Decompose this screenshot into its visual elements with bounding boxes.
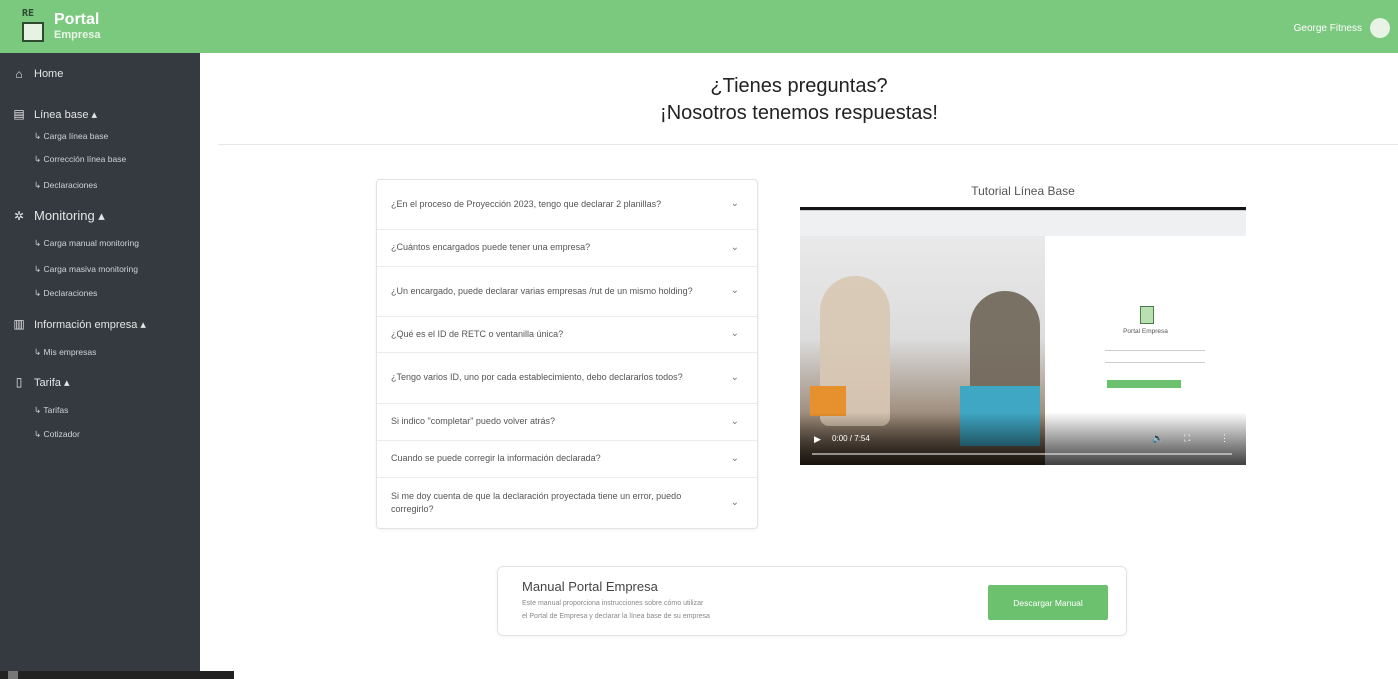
chevron-down-icon[interactable]: ⌄	[731, 327, 739, 342]
sidebar-subitem-cotizador[interactable]: Cotizador	[34, 429, 79, 440]
logo[interactable]: RE Portal Empresa	[22, 8, 100, 44]
video-login-title: Portal Empresa	[1123, 328, 1168, 335]
video-time: 0:00 / 7:54	[832, 434, 870, 443]
divider	[218, 144, 1398, 145]
faq-item[interactable]: Si indico "completar" puedo volver atrás…	[377, 404, 757, 441]
logo-mark-text: RE	[22, 8, 35, 19]
video-player[interactable]: Portal Empresa ▶ 0:00 / 7:54 🔈 ⛶ ⋮	[800, 207, 1246, 465]
sidebar-subitem-mis-empresas[interactable]: Mis empresas	[34, 347, 96, 358]
video-progress-bar[interactable]	[812, 453, 1232, 455]
sidebar-subitem-carga-manual-monitoring[interactable]: Carga manual monitoring	[34, 238, 138, 249]
sidebar-item-label: Línea base ▴	[34, 108, 98, 121]
faq-item[interactable]: Cuando se puede corregir la información …	[377, 441, 757, 478]
sidebar-item-label: Home	[34, 68, 64, 80]
sidebar-item-monitoring[interactable]: ✲ Monitoring ▴	[12, 208, 105, 224]
sidebar-footer	[0, 671, 234, 679]
chevron-down-icon[interactable]: ⌄	[731, 452, 739, 467]
building-icon: ▥	[13, 317, 25, 331]
home-icon: ⌂	[15, 67, 23, 81]
sidebar-item-informacion-empresa[interactable]: ▥ Información empresa ▴	[12, 317, 146, 331]
faq-item[interactable]: ¿Qué es el ID de RETC o ventanilla única…	[377, 317, 757, 353]
manual-description: Este manual proporciona instrucciones so…	[522, 600, 704, 607]
faq-question: ¿Cuántos encargados puede tener una empr…	[391, 242, 591, 253]
faq-item[interactable]: Si me doy cuenta de que la declaración p…	[377, 478, 757, 528]
faq-item[interactable]: ¿En el proceso de Proyección 2023, tengo…	[377, 180, 757, 230]
sidebar: ⌂ Home ▤ Línea base ▴ Carga línea base C…	[0, 53, 234, 679]
logo-mark-icon	[1140, 306, 1154, 324]
sidebar-item-label: Información empresa ▴	[34, 318, 146, 331]
sidebar-subitem-declaraciones-linea-base[interactable]: Declaraciones	[34, 180, 97, 191]
sidebar-subitem-carga-masiva-monitoring[interactable]: Carga masiva monitoring	[34, 264, 137, 275]
sidebar-subitem-declaraciones-monitoring[interactable]: Declaraciones	[34, 288, 97, 299]
faq-question: ¿Qué es el ID de RETC o ventanilla única…	[391, 328, 564, 339]
sidebar-subitem-tarifas[interactable]: Tarifas	[34, 405, 68, 416]
user-menu[interactable]: George Fitness	[1294, 18, 1390, 38]
faq-question: Si indico "completar" puedo volver atrás…	[391, 416, 555, 427]
sidebar-subitem-correccion-linea-base[interactable]: Corrección línea base	[34, 154, 126, 165]
faq-question: Cuando se puede corregir la información …	[391, 453, 601, 464]
page-subtitle: ¡Nosotros tenemos respuestas!	[660, 102, 938, 124]
faq-question: ¿Un encargado, puede declarar varias emp…	[391, 285, 693, 296]
sidebar-item-linea-base[interactable]: ▤ Línea base ▴	[12, 107, 97, 121]
chevron-down-icon[interactable]: ⌄	[731, 496, 739, 511]
logo-title: Portal	[54, 10, 100, 28]
network-icon: ✲	[13, 209, 25, 223]
mail-icon	[8, 671, 18, 679]
top-bar: RE Portal Empresa George Fitness	[0, 0, 1398, 53]
avatar[interactable]	[1370, 18, 1390, 38]
faq-item[interactable]: ¿Tengo varios ID, uno por cada estableci…	[377, 353, 757, 404]
sidebar-item-tarifa[interactable]: ▯ Tarifa ▴	[12, 375, 70, 389]
fullscreen-icon[interactable]: ⛶	[1184, 433, 1190, 444]
faq-question: Si me doy cuenta de que la declaración p…	[391, 490, 682, 514]
video-title: Tutorial Línea Base	[971, 184, 1075, 198]
document-icon: ▯	[15, 375, 23, 389]
manual-title: Manual Portal Empresa	[522, 579, 658, 594]
main-content: ¿Tienes preguntas? ¡Nosotros tenemos res…	[200, 53, 1398, 679]
manual-card: Manual Portal Empresa Este manual propor…	[497, 566, 1127, 636]
play-icon[interactable]: ▶	[814, 434, 821, 445]
logo-subtitle: Empresa	[54, 28, 101, 41]
faq-question: ¿Tengo varios ID, uno por cada estableci…	[391, 372, 683, 383]
table-icon: ▤	[13, 107, 25, 121]
faq-item[interactable]: ¿Cuántos encargados puede tener una empr…	[377, 230, 757, 267]
faq-accordion: ¿En el proceso de Proyección 2023, tengo…	[376, 179, 758, 529]
faq-question: ¿En el proceso de Proyección 2023, tengo…	[391, 198, 662, 209]
chevron-down-icon[interactable]: ⌄	[731, 284, 739, 299]
chevron-down-icon[interactable]: ⌄	[731, 371, 739, 386]
sidebar-item-home[interactable]: ⌂ Home	[12, 67, 63, 81]
page-title: ¿Tienes preguntas?	[710, 75, 888, 97]
sidebar-item-label: Monitoring ▴	[34, 208, 105, 223]
user-name: George Fitness	[1293, 22, 1362, 34]
sidebar-item-label: Tarifa ▴	[34, 376, 70, 389]
download-manual-button[interactable]: Descargar Manual	[988, 585, 1108, 620]
faq-item[interactable]: ¿Un encargado, puede declarar varias emp…	[377, 267, 757, 317]
manual-description: el Portal de Empresa y declarar la línea…	[522, 613, 710, 620]
chevron-down-icon[interactable]: ⌄	[731, 241, 739, 256]
video-frame-browser-bar	[800, 210, 1246, 236]
sidebar-subitem-carga-linea-base[interactable]: Carga línea base	[34, 131, 108, 142]
more-options-icon[interactable]: ⋮	[1220, 433, 1229, 444]
chevron-down-icon[interactable]: ⌄	[731, 197, 739, 212]
video-controls: ▶ 0:00 / 7:54 🔈 ⛶ ⋮	[800, 412, 1246, 465]
logo-mark-icon: RE	[22, 8, 48, 44]
chevron-down-icon[interactable]: ⌄	[731, 415, 739, 430]
volume-icon[interactable]: 🔈	[1152, 433, 1163, 444]
